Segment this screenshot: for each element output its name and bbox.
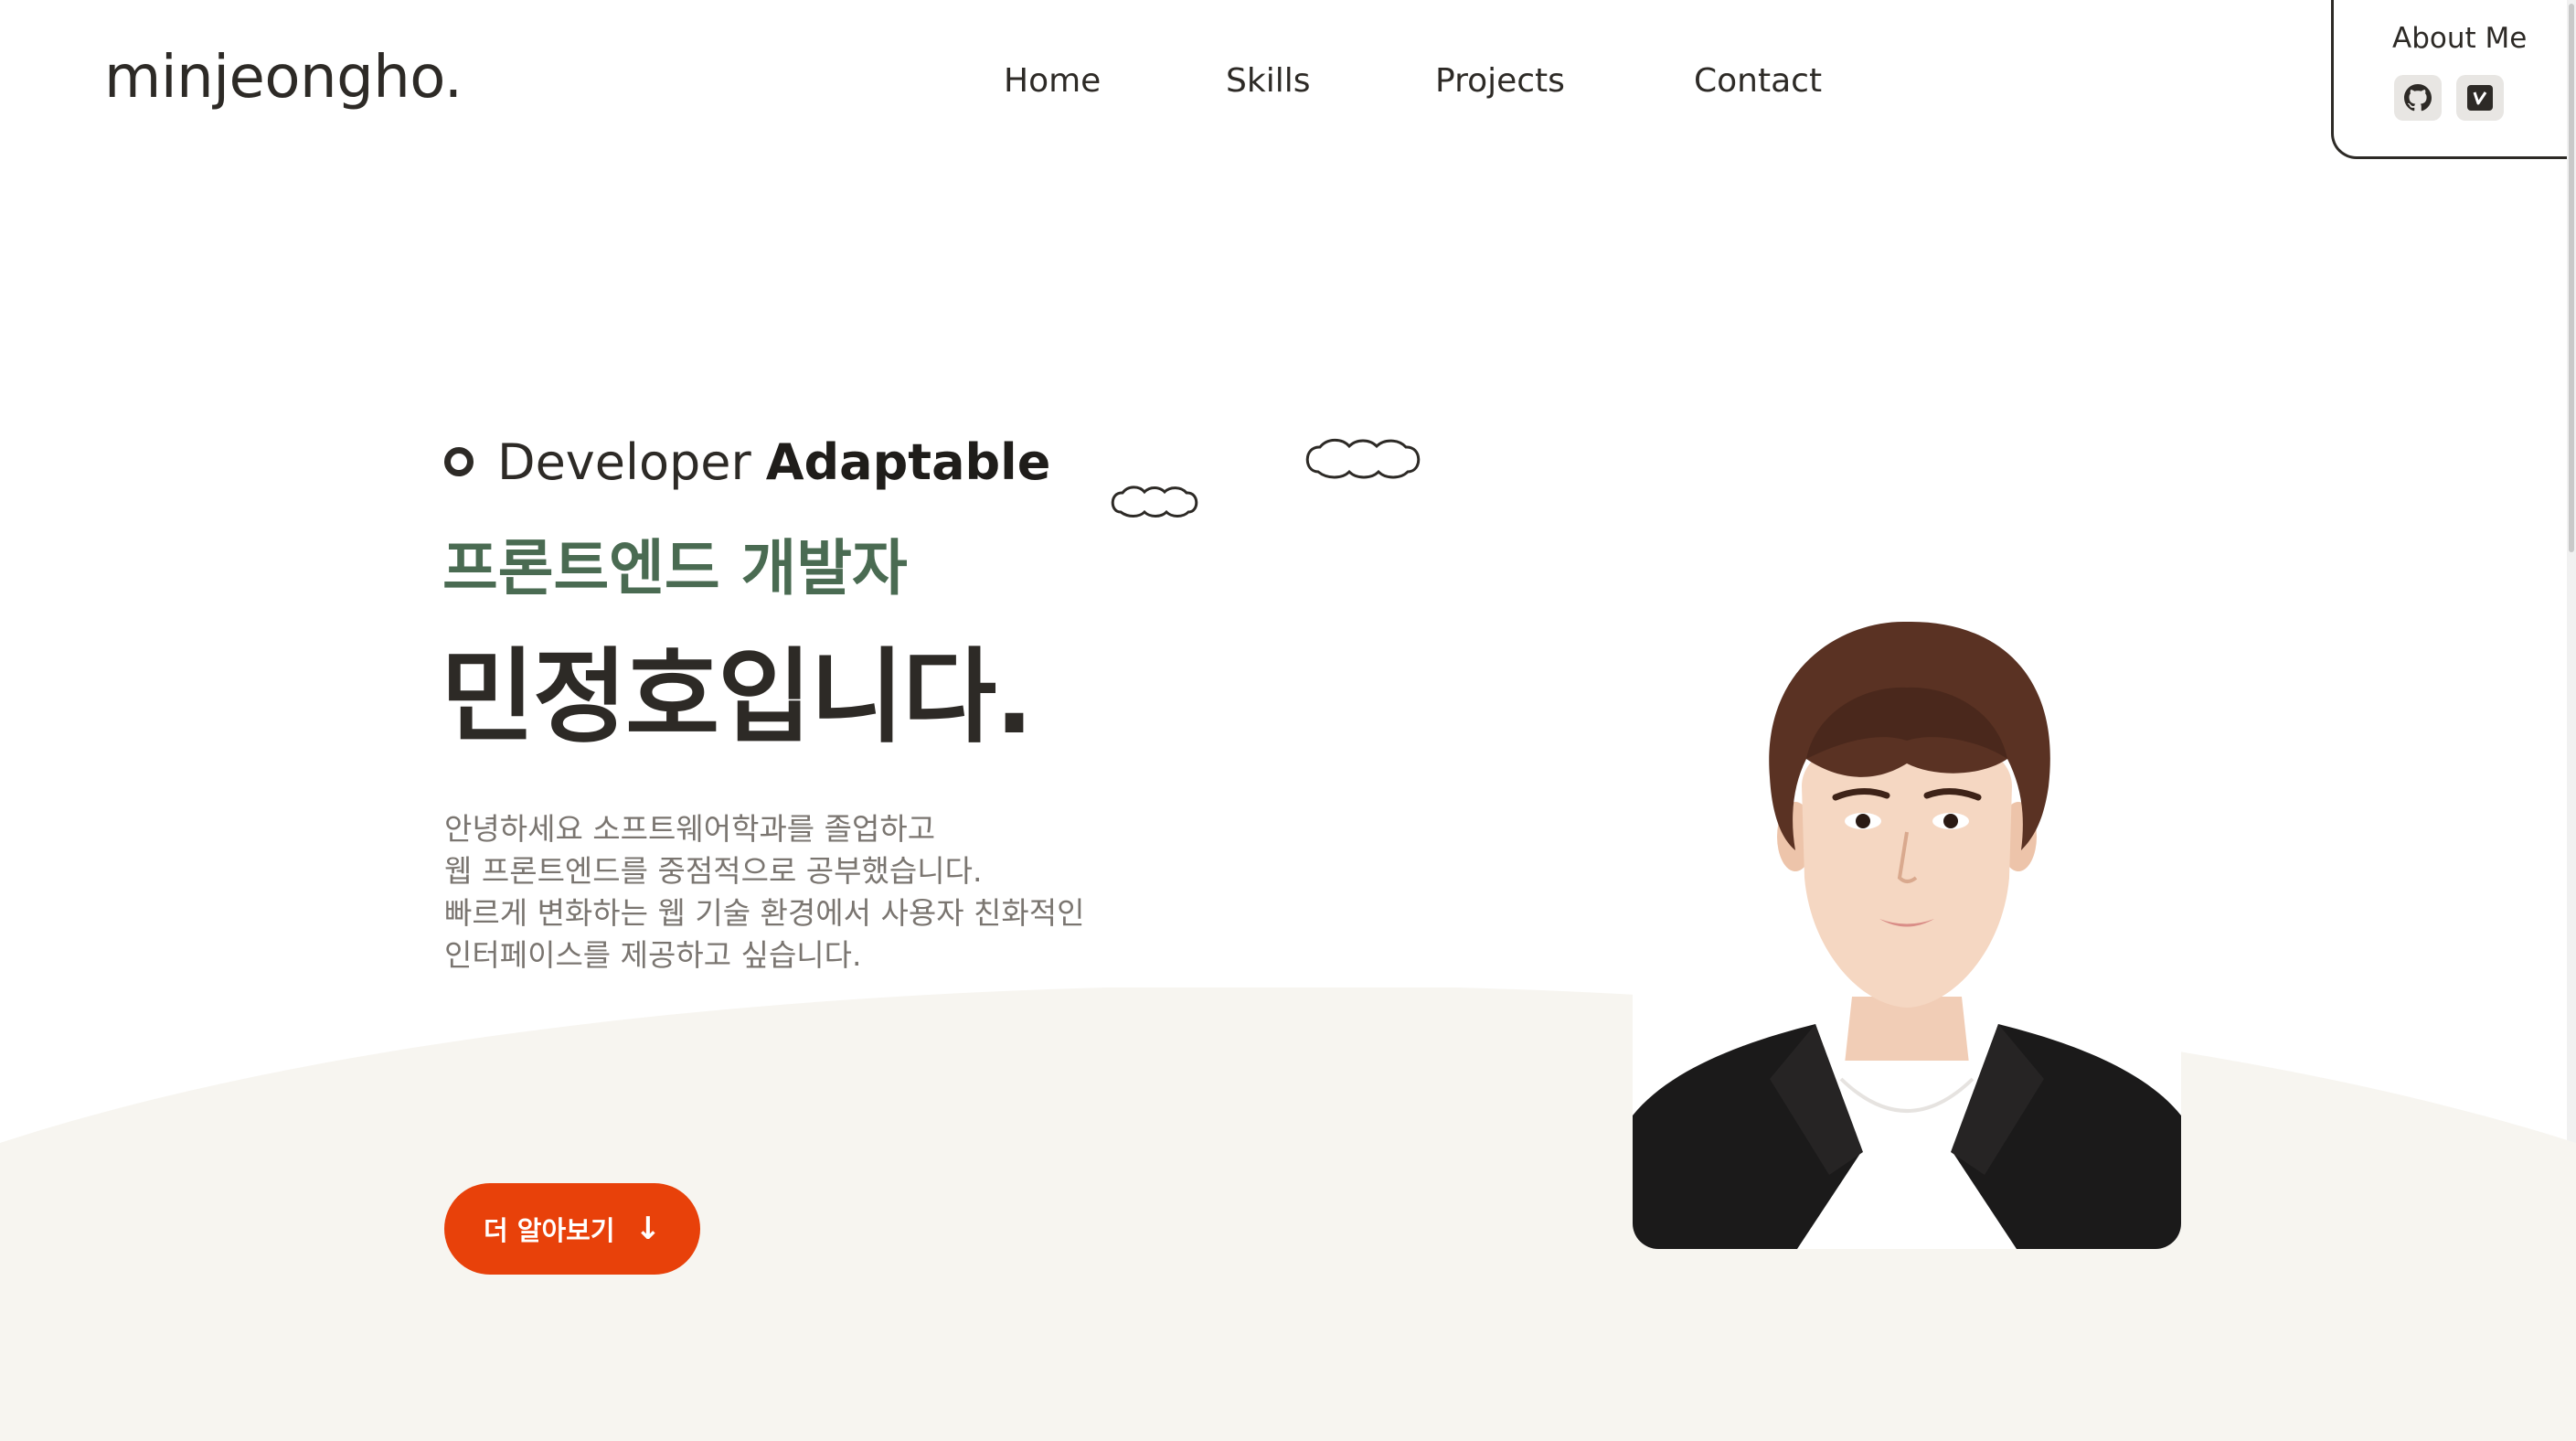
description-line: 인터페이스를 제공하고 싶습니다. xyxy=(444,937,862,973)
nav-home[interactable]: Home xyxy=(1004,62,1101,100)
about-me-panel: About Me xyxy=(2331,0,2571,159)
bullet-ring-icon xyxy=(444,447,474,476)
hero-tagline: Developer Adaptable xyxy=(444,430,1050,494)
tagline-prefix: Developer xyxy=(497,432,751,491)
profile-photo xyxy=(1633,603,2181,1249)
main-nav: Home Skills Projects Contact xyxy=(0,62,2576,108)
hero-wave-background xyxy=(0,987,2576,1441)
learn-more-button[interactable]: 더 알아보기 ↓ xyxy=(444,1183,700,1275)
cloud-small-decoration xyxy=(1111,486,1198,518)
cloud-large-decoration xyxy=(1305,438,1421,479)
hero-description: 안녕하세요 소프트웨어학과를 졸업하고 웹 프론트엔드를 중점적으로 공부했습니… xyxy=(444,808,1085,977)
learn-more-label: 더 알아보기 xyxy=(484,1215,615,1246)
scrollbar-thumb[interactable] xyxy=(2569,4,2574,552)
nav-skills[interactable]: Skills xyxy=(1226,62,1310,100)
arrow-down-icon: ↓ xyxy=(634,1211,662,1247)
hero-role: 프론트엔드 개발자 xyxy=(442,533,908,603)
hero-name: 민정호입니다. xyxy=(441,638,1034,757)
description-line: 안녕하세요 소프트웨어학과를 졸업하고 xyxy=(444,811,936,847)
description-line: 웹 프론트엔드를 중점적으로 공부했습니다. xyxy=(444,853,983,889)
nav-projects[interactable]: Projects xyxy=(1435,62,1565,100)
velog-icon[interactable] xyxy=(2456,75,2504,121)
github-icon[interactable] xyxy=(2394,75,2442,121)
description-line: 빠르게 변화하는 웹 기술 환경에서 사용자 친화적인 xyxy=(444,895,1085,931)
tagline-strong: Adaptable xyxy=(765,432,1051,491)
about-me-title: About Me xyxy=(2392,22,2528,55)
nav-contact[interactable]: Contact xyxy=(1694,62,1822,100)
